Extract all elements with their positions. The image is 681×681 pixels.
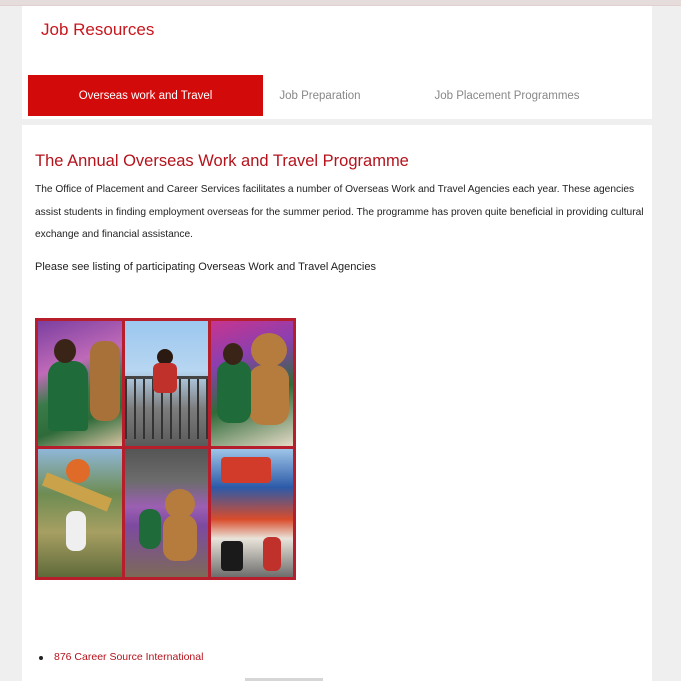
collage-photo-mascot-purple [38, 321, 122, 446]
collage-photo-mural [125, 449, 208, 577]
tab-bar: Overseas work and Travel Job Preparation… [28, 75, 648, 116]
collage-photo-balcony [125, 321, 208, 446]
tab-job-placement-programmes[interactable]: Job Placement Programmes [418, 75, 596, 116]
agency-link[interactable]: 876 Career Source International [54, 651, 203, 663]
collage-photo-mascot-bear [211, 321, 293, 446]
programme-description: The Office of Placement and Career Servi… [35, 184, 644, 240]
collage-photo-entrance [211, 449, 293, 577]
listing-note: Please see listing of participating Over… [35, 261, 376, 273]
tab-job-preparation[interactable]: Job Preparation [264, 75, 376, 116]
tab-content-panel: The Annual Overseas Work and Travel Prog… [22, 125, 652, 681]
agency-list: 876 Career Source International [35, 651, 203, 663]
collage-photo-sign [38, 449, 122, 577]
programme-heading: The Annual Overseas Work and Travel Prog… [35, 152, 409, 170]
job-resources-header-card: Job Resources Overseas work and Travel J… [22, 6, 652, 119]
page-title: Job Resources [41, 20, 155, 39]
photo-collage [35, 318, 296, 580]
list-item: 876 Career Source International [35, 651, 203, 663]
tab-overseas-work-and-travel[interactable]: Overseas work and Travel [28, 75, 263, 116]
